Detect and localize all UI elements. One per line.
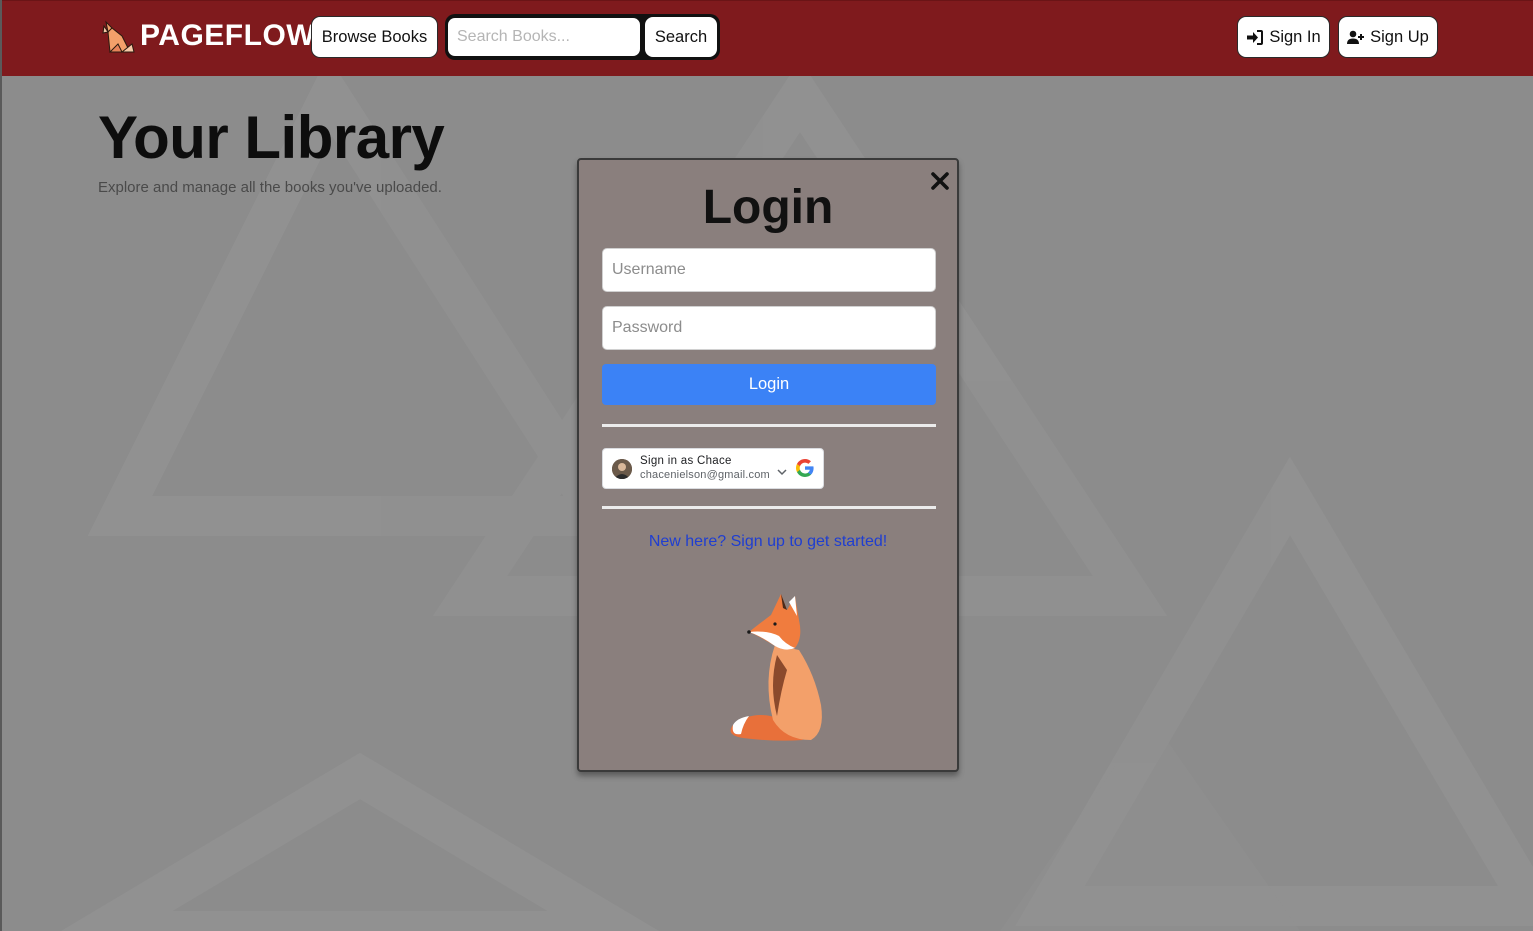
page-subtitle: Explore and manage all the books you've … <box>98 179 442 196</box>
google-icon <box>796 459 814 477</box>
avatar <box>612 459 632 479</box>
login-button[interactable]: Login <box>602 364 936 405</box>
google-sign-in-button[interactable]: Sign in as Chace chacenielson@gmail.com <box>602 448 824 489</box>
sign-in-icon <box>1247 29 1264 45</box>
login-modal: Login Login Sign in as Chace chacenielso… <box>577 158 959 772</box>
divider <box>602 506 936 509</box>
search-input[interactable] <box>448 18 640 56</box>
password-field[interactable] <box>602 306 936 350</box>
browse-books-button[interactable]: Browse Books <box>311 16 438 58</box>
search-button[interactable]: Search <box>645 17 717 57</box>
sign-in-label: Sign In <box>1269 27 1321 46</box>
fox-logo-icon <box>102 20 135 53</box>
modal-title: Login <box>702 181 834 234</box>
sign-in-button[interactable]: Sign In <box>1237 16 1330 58</box>
divider <box>602 424 936 427</box>
username-field[interactable] <box>602 248 936 292</box>
google-account-name: Sign in as Chace <box>640 455 732 467</box>
window-edge <box>0 0 2 931</box>
page-title: Your Library <box>98 104 445 171</box>
brand-name: PAGEFLOW <box>140 19 316 52</box>
chevron-down-icon[interactable] <box>777 469 787 476</box>
user-plus-icon <box>1347 30 1365 44</box>
brand[interactable]: PAGEFLOW <box>100 16 315 56</box>
fox-illustration <box>730 594 822 741</box>
google-account-email: chacenielson@gmail.com <box>640 469 770 481</box>
sign-up-label: Sign Up <box>1370 27 1429 46</box>
sign-up-link[interactable]: New here? Sign up to get started! <box>579 533 957 551</box>
sign-up-button[interactable]: Sign Up <box>1338 16 1438 58</box>
